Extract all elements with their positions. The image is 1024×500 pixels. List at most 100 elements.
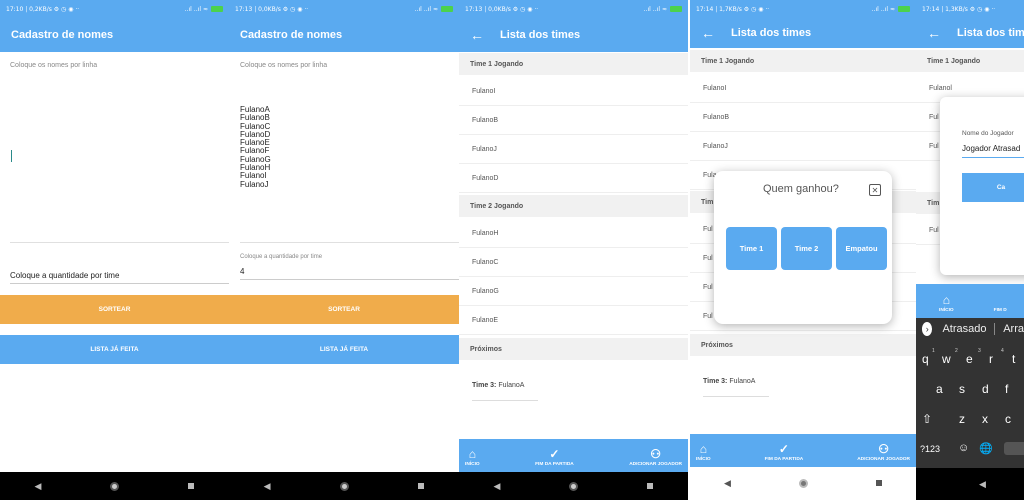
recents-nav-icon[interactable]	[875, 480, 882, 486]
list-item[interactable]: FulanoI	[459, 77, 688, 106]
app-bar: Cadastro de nomes	[0, 18, 229, 52]
list-item[interactable]: FulanoC	[459, 248, 688, 277]
add-player-dialog: Nome do Jogador Jogador Atrasad Ca	[940, 97, 1024, 275]
list-item[interactable]: FulanoE	[459, 306, 688, 335]
back-arrow-icon[interactable]: ←	[927, 25, 941, 41]
recents-nav-icon[interactable]	[188, 483, 195, 489]
suggestion-divider	[994, 323, 996, 335]
names-placeholder[interactable]: Coloque os nomes por linha	[10, 62, 97, 69]
nav-fim-partida[interactable]: ✓ FIM DA PARTIDA	[535, 447, 574, 468]
sortear-button[interactable]: SORTEAR	[229, 295, 459, 324]
list-item[interactable]: FulanoI	[690, 74, 916, 103]
next-header: Próximos	[690, 334, 916, 356]
nav-inicio[interactable]: ⌂ INÍCIO	[939, 293, 954, 314]
page-title: Lista dos times	[957, 27, 1024, 39]
list-item[interactable]: FulanoD	[459, 164, 688, 193]
cancel-button[interactable]: Ca	[962, 173, 1024, 202]
back-nav-icon[interactable]: ◀	[35, 481, 42, 492]
status-bar: 17:13 | 0,0KB/s ⚙ ◷ ◉ ·· ‥ıl ‥ıl ≈	[229, 0, 459, 18]
key-s[interactable]: s	[959, 382, 965, 396]
keyboard: › Atrasado Arra q w e r t 1 2 3 4 a s d …	[916, 318, 1024, 468]
nav-fim-partida[interactable]: FIM D	[994, 308, 1007, 313]
home-nav-icon[interactable]	[339, 481, 349, 491]
system-nav-bar: ◀	[229, 472, 459, 500]
key-w[interactable]: w	[942, 352, 951, 366]
sortear-button[interactable]: SORTEAR	[0, 295, 229, 324]
key-hint-4: 4	[1001, 348, 1004, 354]
person-add-icon: ⚇	[650, 447, 661, 461]
check-add-icon: ✓	[549, 447, 560, 461]
page-title: Lista dos times	[500, 29, 581, 41]
suggestion-1[interactable]: Atrasado	[942, 323, 986, 335]
home-nav-icon[interactable]	[798, 478, 808, 488]
system-nav-bar: ◀	[690, 468, 916, 498]
nav-inicio[interactable]: ⌂ INÍCIO	[696, 443, 711, 463]
player-name-input[interactable]: Jogador Atrasad	[962, 144, 1020, 153]
time1-button[interactable]: Time 1	[726, 227, 777, 270]
nav-inicio[interactable]: ⌂ INÍCIO	[465, 448, 480, 468]
list-item[interactable]: FulanoG	[459, 277, 688, 306]
recents-nav-icon[interactable]	[647, 483, 654, 489]
next-header: Próximos	[459, 338, 688, 360]
key-f[interactable]: f	[1005, 382, 1008, 396]
next-team: Time 3: FulanoA	[703, 378, 755, 385]
symbols-key[interactable]: ?123	[920, 444, 940, 454]
lista-ja-feita-button[interactable]: LISTA JÁ FEITA	[0, 335, 229, 364]
lista-ja-feita-button[interactable]: LISTA JÁ FEITA	[229, 335, 459, 364]
list-item[interactable]: FulanoJ	[459, 135, 688, 164]
list-item[interactable]: FulanoB	[459, 106, 688, 135]
key-x[interactable]: x	[982, 412, 988, 426]
key-q[interactable]: q	[922, 352, 929, 366]
status-left: 17:14 | 1,3KB/s ⚙ ◷ ◉ ··	[922, 5, 996, 13]
key-z[interactable]: z	[959, 412, 965, 426]
home-nav-icon[interactable]	[569, 481, 579, 491]
back-nav-icon[interactable]: ◀	[724, 478, 731, 489]
back-arrow-icon[interactable]: ←	[701, 25, 715, 41]
bottom-nav: ⌂ INÍCIO FIM D	[916, 284, 1024, 318]
expand-icon[interactable]: ›	[922, 322, 933, 336]
recents-nav-icon[interactable]	[418, 483, 425, 489]
winner-dialog: Quem ganhou? ✕ Time 1 Time 2 Empatou	[714, 171, 892, 324]
time2-button[interactable]: Time 2	[781, 227, 832, 270]
battery-icon	[898, 6, 910, 12]
key-e[interactable]: e	[966, 352, 973, 366]
home-icon: ⌂	[942, 293, 950, 307]
status-left: 17:14 | 1,7KB/s ⚙ ◷ ◉ ··	[696, 5, 770, 13]
back-nav-icon[interactable]: ◀	[494, 481, 501, 492]
divider	[472, 400, 538, 401]
emoji-key[interactable]: ☺	[958, 442, 969, 454]
nav-adicionar-jogador[interactable]: ⚇ ADICIONAR JOGADOR	[857, 443, 910, 463]
back-nav-icon[interactable]: ◀	[979, 479, 986, 490]
back-arrow-icon[interactable]: ←	[470, 27, 484, 43]
player-name-label: Nome do Jogador	[962, 130, 1014, 137]
key-t[interactable]: t	[1012, 352, 1015, 366]
next-team-value: FulanoA	[498, 382, 525, 389]
quantity-field[interactable]: Coloque a quantidade por time	[10, 271, 119, 280]
app-bar: ← Lista dos times	[690, 18, 916, 48]
names-field-underline	[10, 242, 229, 243]
nav-adicionar-jogador[interactable]: ⚇ ADICIONAR JOGADOR	[629, 447, 682, 468]
back-nav-icon[interactable]: ◀	[264, 481, 271, 492]
key-c[interactable]: c	[1005, 412, 1011, 426]
list-item[interactable]: FulanoH	[459, 219, 688, 248]
names-input[interactable]: FulanoA FulanoB FulanoC FulanoD FulanoE …	[240, 105, 271, 189]
list-item[interactable]: FulanoJ	[690, 132, 916, 161]
close-icon[interactable]: ✕	[869, 184, 881, 196]
key-d[interactable]: d	[982, 382, 989, 396]
app-bar: ← Lista dos times	[459, 18, 688, 52]
suggestion-2[interactable]: Arra	[1003, 323, 1024, 335]
shift-key[interactable]: ⇧	[922, 412, 932, 426]
status-bar: 17:13 | 0,0KB/s ⚙ ◷ ◉ ·· ‥ıl ‥ıl ≈	[459, 0, 688, 18]
key-r[interactable]: r	[989, 352, 993, 366]
globe-key[interactable]: 🌐	[979, 442, 993, 455]
battery-icon	[211, 6, 223, 12]
home-nav-icon[interactable]	[110, 481, 120, 491]
dialog-title: Quem ganhou?	[763, 183, 839, 195]
space-key[interactable]	[1004, 442, 1024, 455]
list-item[interactable]: FulanoB	[690, 103, 916, 132]
empatou-button[interactable]: Empatou	[836, 227, 887, 270]
key-a[interactable]: a	[936, 382, 943, 396]
screen-cadastro-filled: 17:13 | 0,0KB/s ⚙ ◷ ◉ ·· ‥ıl ‥ıl ≈ Cadas…	[229, 0, 459, 500]
quantity-input[interactable]: 4	[240, 267, 244, 276]
nav-fim-partida[interactable]: ✓ FIM DA PARTIDA	[765, 443, 804, 463]
